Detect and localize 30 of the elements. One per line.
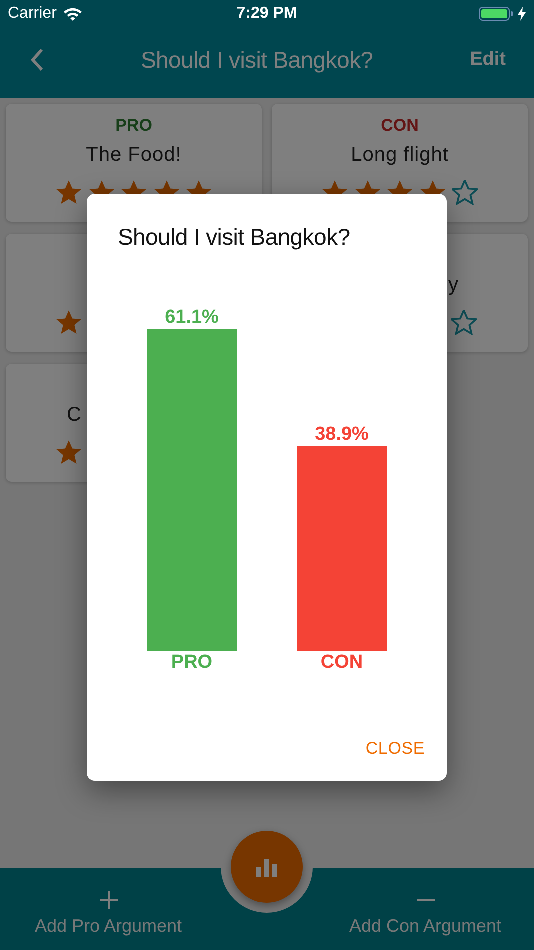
- value-label: 38.9%: [315, 424, 369, 446]
- minus-icon: [416, 899, 436, 901]
- empty-star-icon[interactable]: [452, 180, 478, 205]
- filled-star-icon[interactable]: [56, 440, 82, 465]
- plus-icon: [98, 890, 118, 910]
- value-label: 61.1%: [165, 307, 219, 329]
- add-pro-button[interactable]: Add Pro Argument: [0, 880, 217, 938]
- filled-star-icon[interactable]: [56, 180, 82, 205]
- argument-text: Long flight: [351, 144, 449, 166]
- category-label: PRO: [171, 651, 213, 675]
- argument-text: The Food!: [86, 144, 182, 166]
- wifi-icon: [62, 7, 83, 21]
- back-chevron-icon: [30, 48, 44, 72]
- filled-star-icon[interactable]: [56, 310, 82, 335]
- page-title: Should I visit Bangkok?: [140, 46, 374, 74]
- add-con-button[interactable]: Add Con Argument: [317, 880, 534, 938]
- edit-button[interactable]: Edit: [466, 45, 510, 75]
- argument-type-label: PRO: [116, 116, 152, 136]
- carrier-label: Carrier: [8, 5, 57, 23]
- empty-star-icon[interactable]: [451, 310, 477, 335]
- argument-type-label: CON: [381, 116, 419, 136]
- battery-icon: [479, 6, 515, 22]
- category-label: CON: [320, 651, 364, 675]
- close-button[interactable]: CLOSE: [366, 735, 425, 763]
- charging-icon: [518, 7, 526, 21]
- argument-text: C: [67, 404, 82, 426]
- bar-chart-icon: [256, 857, 278, 877]
- clock-time: 7:29 PM: [236, 5, 298, 23]
- argument-text: y: [448, 274, 459, 296]
- dialog-title: Should I visit Bangkok?: [118, 224, 352, 251]
